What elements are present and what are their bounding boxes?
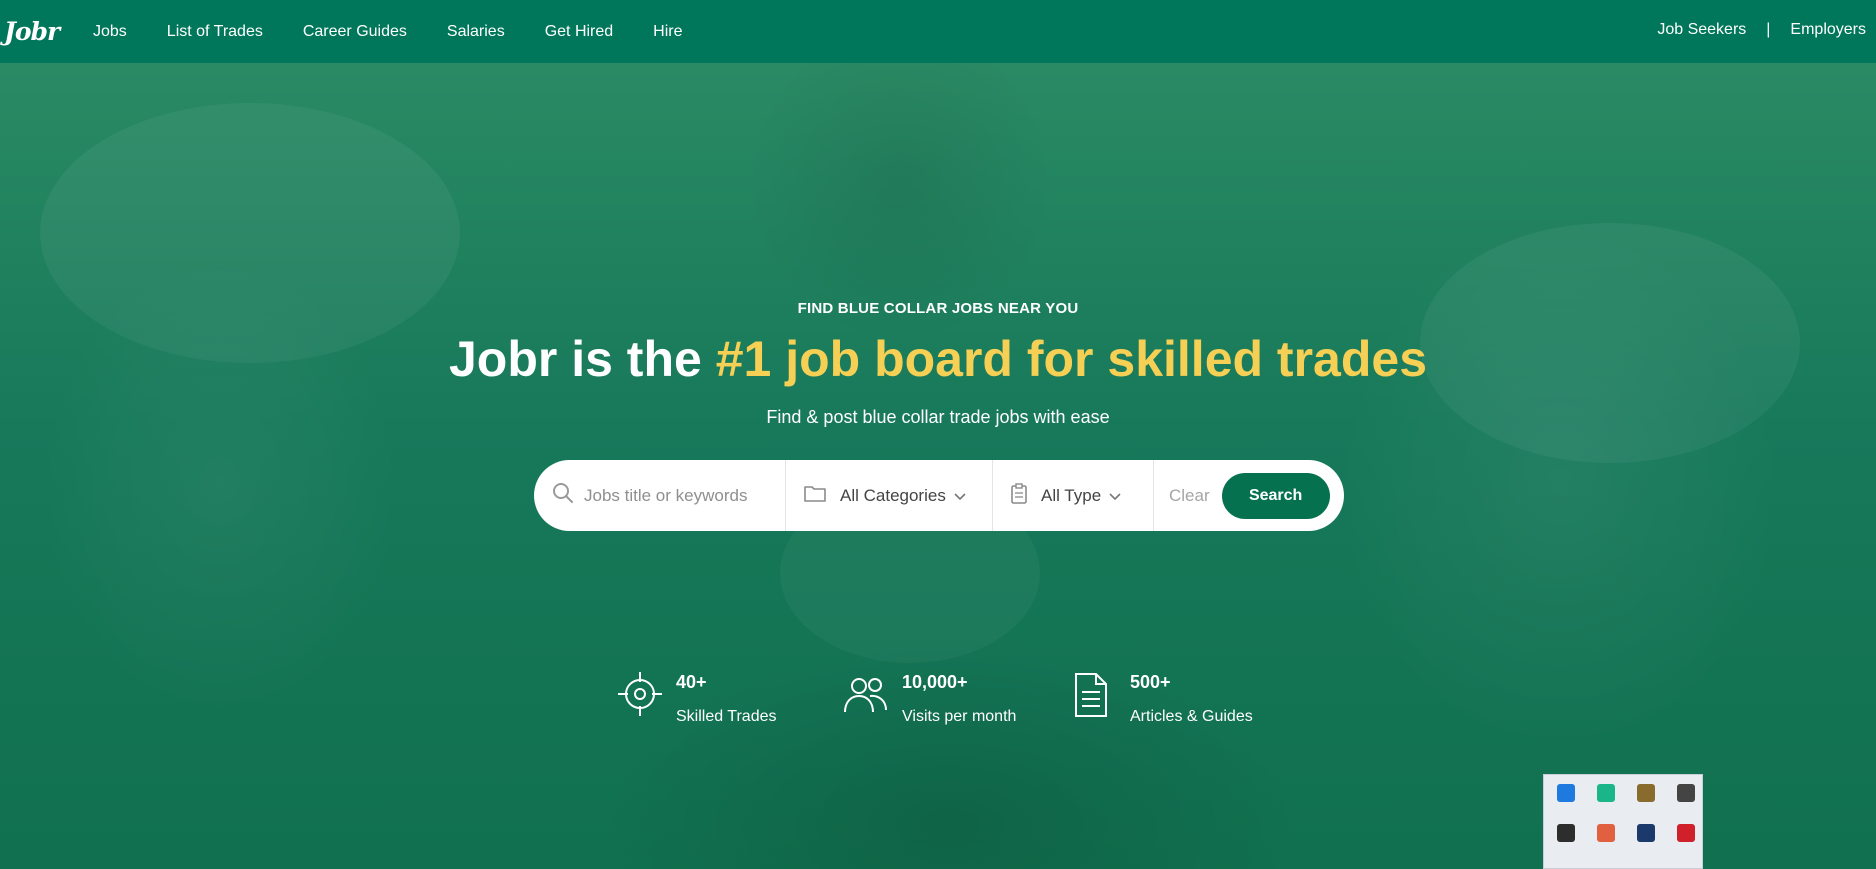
- hero-headline: Jobr is the #1 job board for skilled tra…: [0, 330, 1876, 388]
- stat-value: 500+: [1130, 672, 1171, 692]
- nvidia-icon[interactable]: [1557, 824, 1575, 842]
- top-navbar: Jobr Jobs List of Trades Career Guides S…: [0, 0, 1876, 63]
- wallet-icon[interactable]: [1597, 784, 1615, 802]
- nav-link-career-guides[interactable]: Career Guides: [303, 23, 407, 41]
- keyword-field[interactable]: Jobs title or keywords: [534, 460, 786, 531]
- chevron-down-icon: [1109, 486, 1121, 506]
- cloud-icon[interactable]: [1597, 824, 1615, 842]
- nav-link-hire[interactable]: Hire: [653, 23, 682, 41]
- shield-icon[interactable]: [1677, 784, 1695, 802]
- nav-separator: |: [1766, 21, 1771, 38]
- clear-button[interactable]: Clear: [1169, 486, 1210, 506]
- employers-link[interactable]: Employers: [1790, 21, 1866, 39]
- steam-icon[interactable]: [1637, 824, 1655, 842]
- nav-link-get-hired[interactable]: Get Hired: [545, 23, 613, 41]
- jobr-logo[interactable]: Jobr: [4, 17, 60, 46]
- folder-icon: [804, 484, 826, 507]
- nav-link-list-of-trades[interactable]: List of Trades: [167, 23, 263, 41]
- grid-app-icon[interactable]: [1637, 784, 1655, 802]
- nav-link-salaries[interactable]: Salaries: [447, 23, 505, 41]
- hero-subline: Find & post blue collar trade jobs with …: [766, 407, 1110, 427]
- amd-icon[interactable]: [1677, 824, 1695, 842]
- category-select[interactable]: All Categories: [786, 460, 993, 531]
- stat-skilled-trades: 40+ Skilled Trades: [616, 668, 777, 726]
- nav-link-jobs[interactable]: Jobs: [93, 23, 127, 41]
- stat-label: Visits per month: [902, 708, 1017, 725]
- headline-highlight-text: #1 job board for skilled trades: [715, 331, 1428, 387]
- headline-plain-text: Jobr is the: [448, 331, 716, 387]
- account-nav: Job Seekers | Employers: [1657, 0, 1866, 60]
- background-hardhat-shape: [40, 103, 460, 363]
- target-icon: [616, 668, 666, 720]
- document-icon: [1070, 668, 1120, 720]
- search-icon: [552, 482, 574, 509]
- chevron-down-icon: [954, 486, 966, 506]
- stat-value: 10,000+: [902, 672, 968, 692]
- stat-value: 40+: [676, 672, 707, 692]
- users-icon: [842, 668, 892, 720]
- clipboard-icon: [1011, 482, 1027, 509]
- stat-label: Skilled Trades: [676, 708, 777, 725]
- bluetooth-icon[interactable]: [1557, 784, 1575, 802]
- hero-section: FIND BLUE COLLAR JOBS NEAR YOU Jobr is t…: [0, 63, 1876, 869]
- search-button[interactable]: Search: [1221, 472, 1330, 519]
- type-select-label: All Type: [1041, 485, 1102, 505]
- stat-visits: 10,000+ Visits per month: [842, 668, 1016, 726]
- job-search-bar: Jobs title or keywords All Categories Al…: [534, 460, 1344, 531]
- type-select[interactable]: All Type: [993, 460, 1154, 531]
- system-tray-overflow: [1543, 774, 1703, 869]
- job-seekers-link[interactable]: Job Seekers: [1657, 21, 1746, 39]
- category-select-label: All Categories: [840, 485, 946, 505]
- stat-label: Articles & Guides: [1130, 708, 1253, 725]
- keyword-input[interactable]: Jobs title or keywords: [584, 486, 747, 506]
- hero-eyebrow: FIND BLUE COLLAR JOBS NEAR YOU: [797, 300, 1079, 317]
- stat-articles: 500+ Articles & Guides: [1070, 668, 1253, 726]
- main-nav: Jobs List of Trades Career Guides Salari…: [93, 0, 723, 63]
